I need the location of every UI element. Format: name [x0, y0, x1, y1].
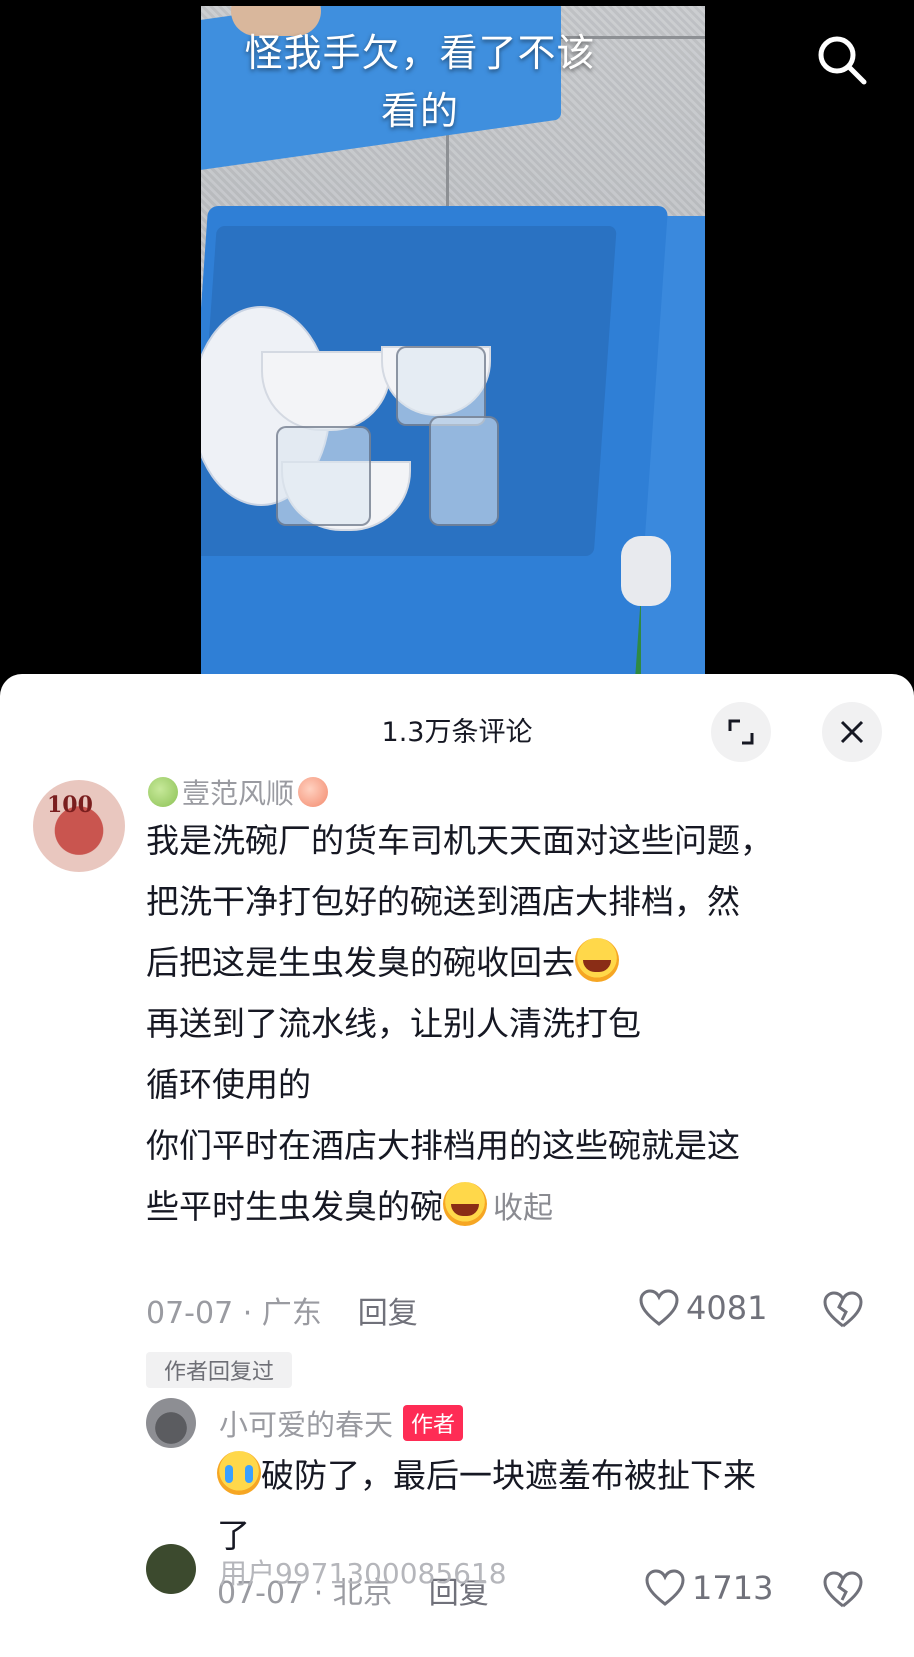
- laugh-cry-emoji-icon: [575, 938, 619, 982]
- apple-emoji-icon: [148, 777, 178, 807]
- glass-cup: [276, 426, 371, 526]
- comment-date-location: 07-07 · 广东: [146, 1296, 322, 1331]
- next-comment-item: 用户9971300085618: [146, 1544, 906, 1594]
- reply-avatar[interactable]: [146, 1398, 196, 1448]
- glass-cup: [429, 416, 499, 526]
- expand-icon: [728, 719, 754, 745]
- reply-line: 破防了，最后一块遮羞布被扯下来: [217, 1446, 867, 1506]
- avatar[interactable]: 100: [33, 780, 125, 872]
- author-replied-tag: 作者回复过: [146, 1352, 292, 1388]
- crying-emoji-icon: [217, 1451, 261, 1495]
- reply-line-text: 破防了，最后一块遮羞布被扯下来: [261, 1456, 756, 1495]
- next-avatar[interactable]: [146, 1544, 196, 1594]
- reply-username[interactable]: 小可爱的春天 作者: [219, 1402, 464, 1444]
- like-count: 4081: [686, 1289, 768, 1327]
- broken-heart-icon: [823, 1291, 863, 1328]
- comment-line: 些平时生虫发臭的碗 收起: [146, 1176, 866, 1239]
- comment-line: 我是洗碗厂的货车司机天天面对这些问题，: [146, 821, 773, 860]
- search-icon: [818, 36, 867, 85]
- laugh-cry-emoji-icon: [443, 1182, 487, 1226]
- comment-text: 我是洗碗厂的货车司机天天面对这些问题， 把洗干净打包好的碗送到酒店大排档，然 后…: [146, 810, 866, 1239]
- username-text: 壹范风顺: [182, 777, 295, 810]
- comment-username[interactable]: 壹范风顺: [148, 772, 329, 812]
- comment-line-text: 些平时生虫发臭的碗: [146, 1187, 443, 1226]
- close-icon: [840, 720, 864, 744]
- comment-line: 再送到了流水线，让别人清洗打包: [146, 1004, 641, 1043]
- comments-sheet: 1.3万条评论 100 壹范风顺 我是洗碗厂的货车司机天天面对这些问题， 把洗干…: [0, 674, 914, 1657]
- author-badge: 作者: [403, 1405, 464, 1441]
- comments-header: 1.3万条评论: [0, 674, 914, 786]
- glass-cup: [396, 346, 486, 426]
- peach-emoji-icon: [298, 777, 329, 807]
- collapse-link[interactable]: 收起: [493, 1191, 553, 1226]
- next-username[interactable]: 用户9971300085618: [219, 1552, 507, 1592]
- comment-meta: 07-07 · 广东 回复: [146, 1288, 886, 1332]
- like-button[interactable]: 4081: [638, 1288, 767, 1328]
- comment-line: 后把这是生虫发臭的碗收回去: [146, 932, 866, 993]
- tissue: [621, 536, 671, 606]
- comment-line: 把洗干净打包好的碗送到酒店大排档，然: [146, 882, 740, 921]
- comment-line: 循环使用的: [146, 1065, 311, 1104]
- search-button[interactable]: [812, 30, 872, 90]
- avatar-text: 100: [47, 792, 93, 818]
- comment-count: 1.3万条评论: [381, 717, 533, 748]
- video-player[interactable]: 怪我手欠，看了不该看的: [0, 0, 914, 690]
- heart-icon: [639, 1289, 679, 1326]
- reply-button[interactable]: 回复: [358, 1288, 418, 1332]
- video-caption: 怪我手欠，看了不该看的: [244, 31, 596, 133]
- comment-line-text: 后把这是生虫发臭的碗收回去: [146, 943, 575, 982]
- dislike-button[interactable]: [822, 1290, 864, 1334]
- close-button[interactable]: [822, 702, 882, 762]
- reply-username-text: 小可爱的春天: [219, 1408, 394, 1442]
- expand-button[interactable]: [711, 702, 771, 762]
- comment-line: 你们平时在酒店大排档用的这些碗就是这: [146, 1126, 740, 1165]
